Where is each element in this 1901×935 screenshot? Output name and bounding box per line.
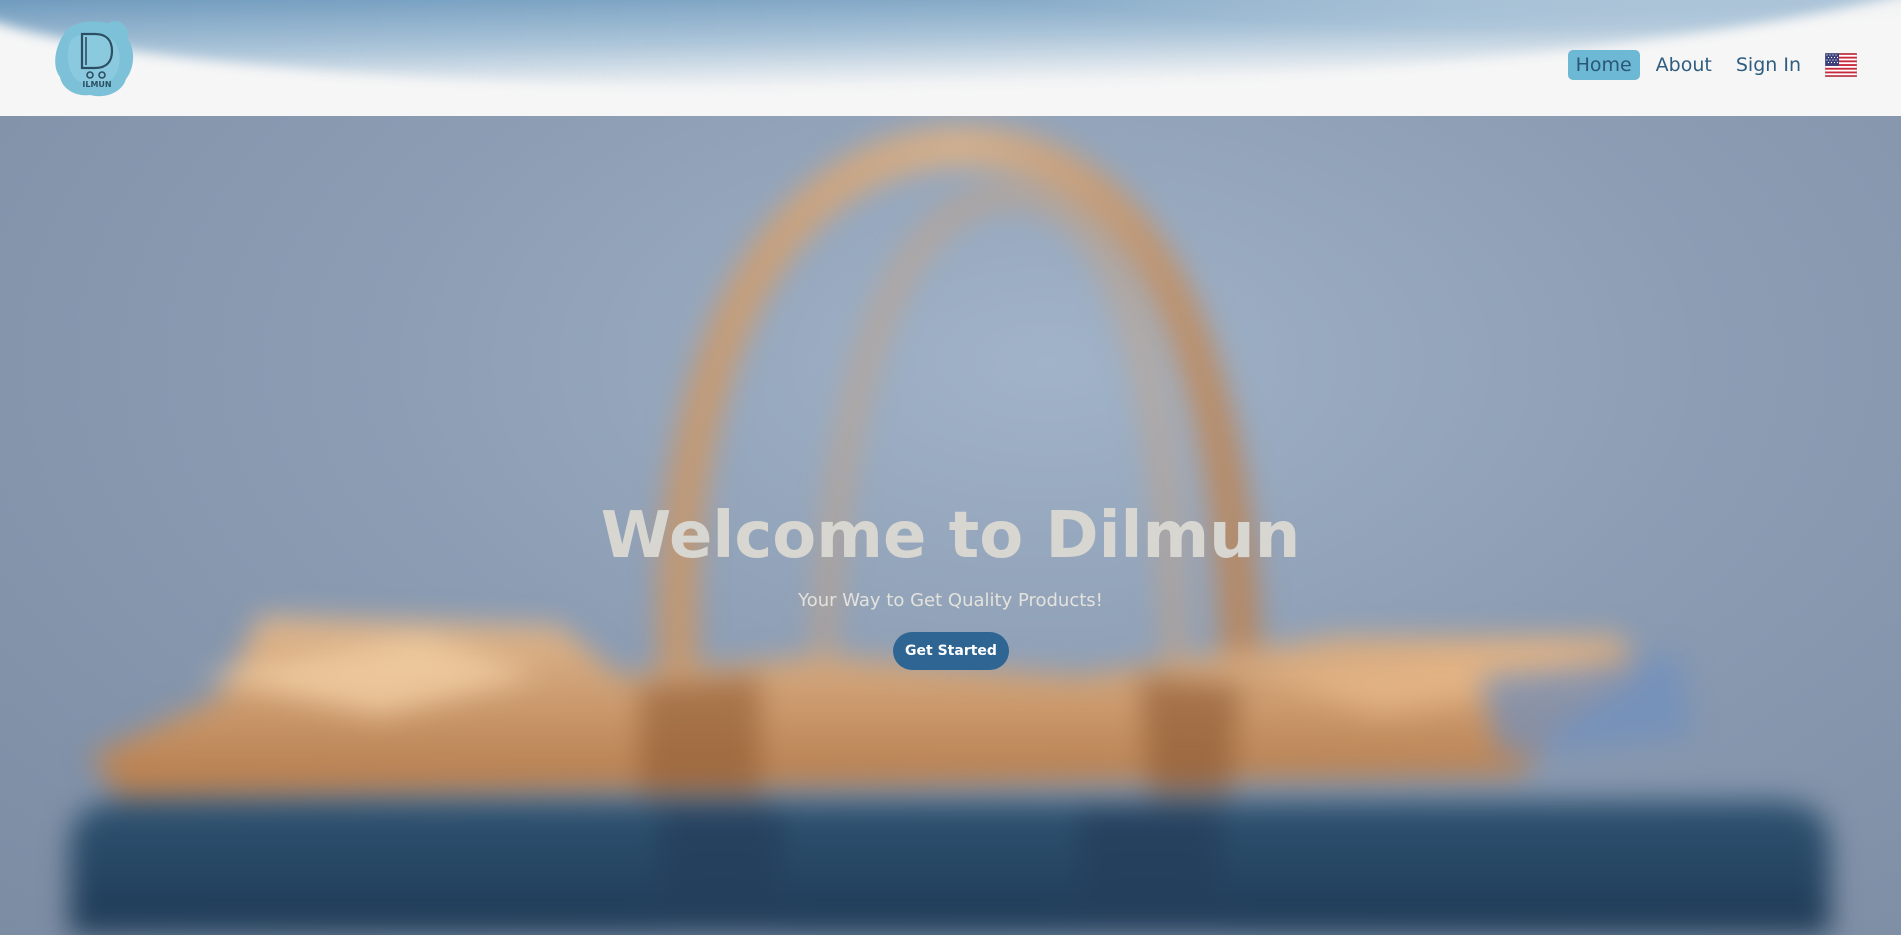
get-started-button[interactable]: Get Started [893, 632, 1009, 670]
hero-subtitle: Your Way to Get Quality Products! [798, 590, 1103, 611]
logo-text: ILMUN [82, 80, 111, 89]
page: ILMUN Home About Sign In Welcome to Dilm… [0, 0, 1901, 935]
main-nav: Home About Sign In [1560, 50, 1857, 80]
brand-logo[interactable]: ILMUN [52, 17, 136, 99]
site-header: ILMUN Home About Sign In [0, 0, 1901, 116]
us-flag-icon[interactable] [1825, 53, 1857, 77]
nav-about[interactable]: About [1648, 50, 1720, 80]
hero-content: Welcome to Dilmun Your Way to Get Qualit… [0, 116, 1901, 935]
hero-section: Welcome to Dilmun Your Way to Get Qualit… [0, 116, 1901, 935]
hero-title: Welcome to Dilmun [600, 499, 1301, 573]
nav-sign-in[interactable]: Sign In [1728, 50, 1809, 80]
nav-home[interactable]: Home [1567, 50, 1640, 80]
